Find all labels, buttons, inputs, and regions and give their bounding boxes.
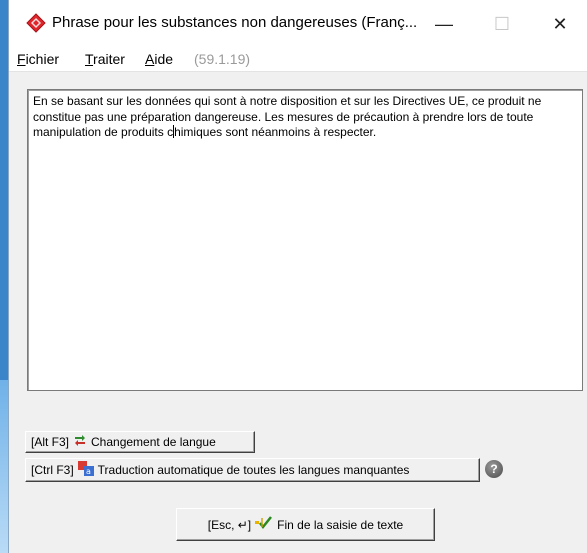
phrase-text-end: himiques sont néanmoins à respecter. xyxy=(174,125,377,139)
help-icon[interactable]: ? xyxy=(485,460,503,478)
translate-icon: a xyxy=(77,461,94,479)
phrase-text-area[interactable]: En se basant sur les données qui sont à … xyxy=(27,89,583,391)
menu-traiter-label: raiter xyxy=(93,51,125,67)
menu-aide-accel: A xyxy=(145,51,155,67)
menu-fichier[interactable]: Fichier xyxy=(17,51,59,67)
maximize-button[interactable]: ☐ xyxy=(479,0,525,48)
version-label: (59.1.19) xyxy=(194,51,251,67)
menu-aide[interactable]: Aide xyxy=(145,51,173,67)
close-button[interactable]: ✕ xyxy=(537,0,583,48)
menu-traiter[interactable]: Traiter xyxy=(85,51,125,67)
change-language-button[interactable]: [Alt F3] Changement de langue xyxy=(25,431,255,453)
dialog-window: Phrase pour les substances non dangereus… xyxy=(8,0,587,553)
svg-text:a: a xyxy=(86,467,91,476)
menu-fichier-accel: F xyxy=(17,51,26,67)
menu-aide-label: ide xyxy=(154,51,174,67)
language-swap-icon xyxy=(73,434,87,451)
title-bar[interactable]: Phrase pour les substances non dangereus… xyxy=(9,0,587,48)
checkmark-icon xyxy=(255,516,273,533)
app-diamond-icon xyxy=(26,13,46,33)
end-text-input-button[interactable]: [Esc, ↵] Fin de la saisie de texte xyxy=(176,508,435,541)
window-title: Phrase pour les substances non dangereus… xyxy=(52,14,418,31)
auto-translate-label: Traduction automatique de toutes les lan… xyxy=(97,463,410,477)
menu-fichier-label: ichier xyxy=(25,51,60,67)
change-language-label: Changement de langue xyxy=(91,435,216,449)
minimize-button[interactable]: — xyxy=(421,0,467,48)
menu-traiter-accel: T xyxy=(85,51,94,67)
auto-translate-button[interactable]: [Ctrl F3] a Traduction automatique de to… xyxy=(25,458,480,482)
desktop-background xyxy=(0,380,8,553)
end-text-input-label: Fin de la saisie de texte xyxy=(277,517,404,532)
change-language-shortcut: [Alt F3] xyxy=(31,435,70,449)
end-text-input-shortcut: [Esc, ↵] xyxy=(207,517,252,532)
auto-translate-shortcut: [Ctrl F3] xyxy=(31,463,74,477)
menu-bar: Fichier Traiter Aide (59.1.19) xyxy=(9,48,587,72)
